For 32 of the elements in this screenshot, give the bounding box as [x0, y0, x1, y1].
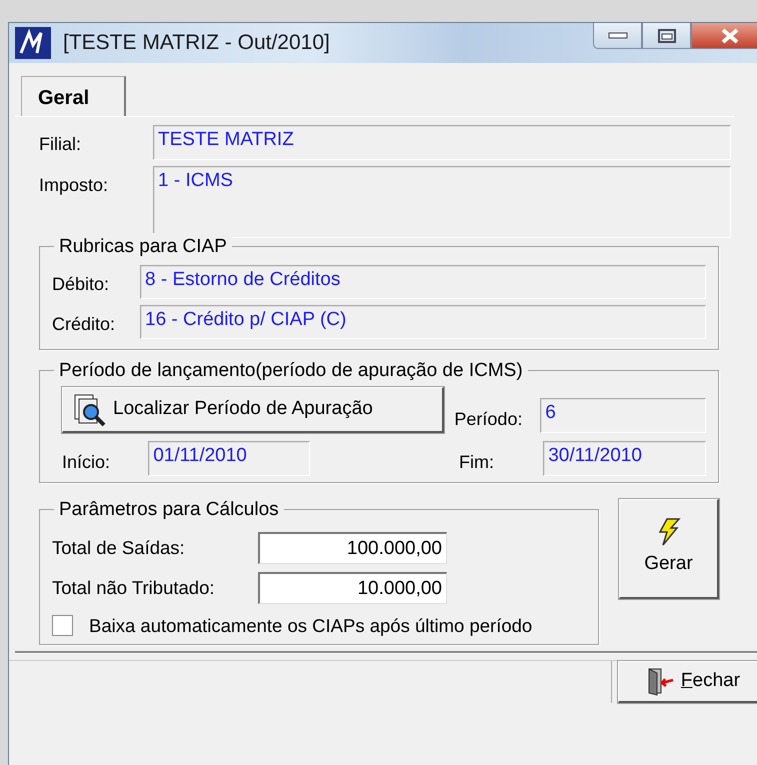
find-period-button[interactable]: Localizar Período de Apuração — [62, 387, 444, 433]
maximize-icon — [656, 28, 676, 44]
start-date-field: 01/11/2010 — [148, 441, 310, 476]
field-label: Total não Tributado: — [52, 576, 216, 600]
field-label: Total de Saídas: — [52, 536, 186, 560]
field-label: Filial: — [39, 133, 82, 156]
lightning-icon — [656, 518, 680, 546]
minimize-icon — [608, 32, 628, 40]
window-title: [TESTE MATRIZ - Out/2010] — [63, 30, 330, 56]
field-label: Período: — [454, 408, 524, 431]
generate-button[interactable]: Gerar — [619, 499, 719, 599]
readonly-field: 16 - Crédito p/ CIAP (C) — [140, 305, 706, 339]
tab[interactable]: Geral — [21, 76, 126, 116]
period-field: 6 — [540, 398, 706, 433]
app-logo-icon — [15, 27, 51, 59]
minimize-button[interactable] — [593, 23, 642, 49]
field-label: Início: — [62, 451, 112, 474]
close-form-button[interactable]: Fechar — [618, 660, 757, 703]
end-date-field: 30/11/2010 — [543, 441, 706, 476]
field-label: Fim: — [458, 451, 495, 474]
maximize-button[interactable] — [642, 23, 691, 49]
field-label: Imposto: — [39, 174, 110, 197]
readonly-field: 8 - Estorno de Créditos — [140, 265, 706, 299]
checkbox-label: Baixa automaticamente os CIAPs após último período — [89, 614, 532, 638]
field-label: Crédito: — [52, 313, 116, 336]
readonly-field: 1 - ICMS — [153, 166, 731, 238]
auto-write-off-checkbox[interactable] — [52, 615, 73, 636]
field-label: Débito: — [52, 273, 110, 296]
readonly-field: TESTE MATRIZ — [153, 125, 731, 160]
amount-input[interactable]: 10.000,00 — [258, 572, 447, 604]
amount-input[interactable]: 100.000,00 — [258, 532, 447, 564]
close-button[interactable] — [691, 23, 757, 49]
